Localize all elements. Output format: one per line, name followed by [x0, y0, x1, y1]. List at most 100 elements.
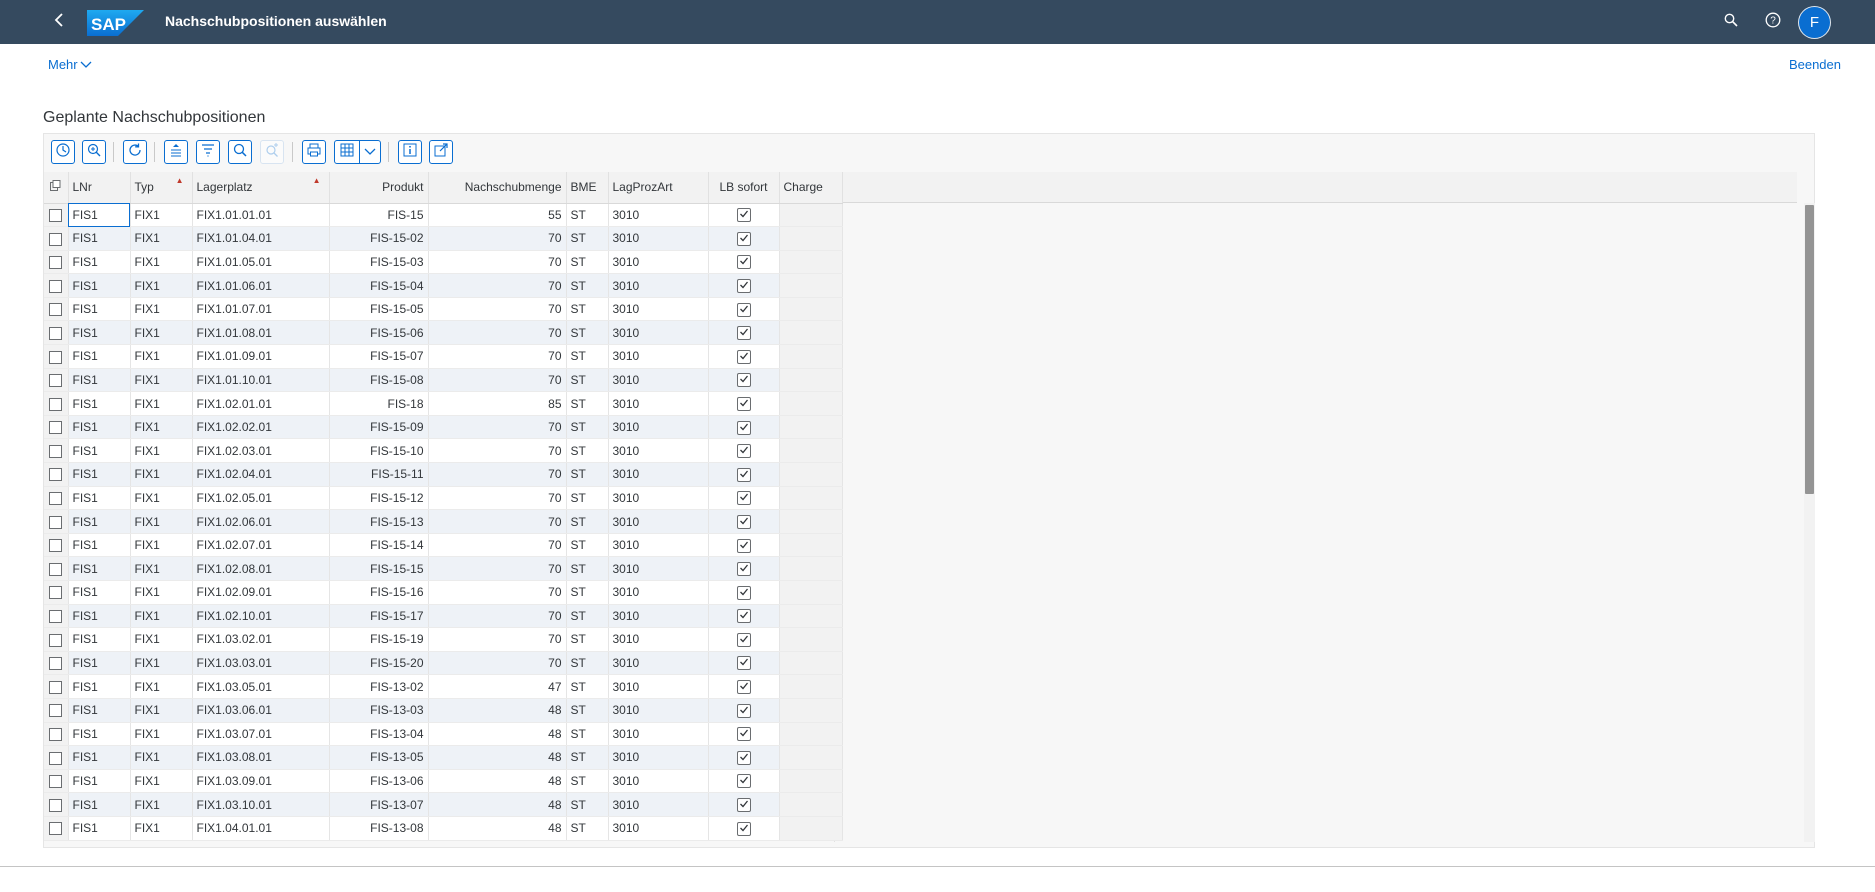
cell-nachschubmenge[interactable]: 70 — [428, 320, 567, 346]
cell-produkt[interactable]: FIS-15-02 — [329, 226, 429, 251]
cell-nachschubmenge[interactable]: 70 — [428, 438, 567, 464]
cell-lagprozart[interactable]: 3010 — [608, 674, 709, 699]
table-row[interactable]: FIS1 FIX1 FIX1.02.10.01 FIS-15-17 70 ST 3010 — [44, 604, 843, 629]
cell-produkt[interactable]: FIS-15-11 — [329, 462, 429, 487]
cell-nachschubmenge[interactable]: 70 — [428, 226, 567, 251]
column-header-bme[interactable]: BME — [566, 172, 609, 204]
cell-produkt[interactable]: FIS-15 — [329, 203, 429, 228]
cell-lnr[interactable]: FIS1 — [68, 368, 131, 393]
row-selector[interactable] — [49, 421, 63, 435]
cell-lnr[interactable]: FIS1 — [68, 203, 131, 228]
cell-bme[interactable]: ST — [566, 273, 609, 298]
cell-bme[interactable]: ST — [566, 816, 609, 841]
cell-nachschubmenge[interactable]: 48 — [428, 769, 567, 794]
lb-sofort-checkbox[interactable] — [736, 821, 751, 836]
row-select-cell[interactable] — [44, 297, 69, 322]
cell-lagprozart[interactable]: 3010 — [608, 533, 709, 558]
table-row[interactable]: FIS1 FIX1 FIX1.02.08.01 FIS-15-15 70 ST 3010 — [44, 556, 843, 581]
table-row[interactable]: FIS1 FIX1 FIX1.01.08.01 FIS-15-06 70 ST 3010 — [44, 320, 843, 346]
cell-charge[interactable] — [779, 391, 843, 416]
column-header-produkt[interactable]: Produkt — [329, 172, 429, 204]
cell-bme[interactable]: ST — [566, 792, 609, 817]
cell-lagerplatz[interactable]: FIX1.03.07.01 — [192, 722, 330, 747]
cell-bme[interactable]: ST — [566, 203, 609, 228]
table-row[interactable]: FIS1 FIX1 FIX1.02.06.01 FIS-15-13 70 ST 3010 — [44, 509, 843, 534]
row-selector[interactable] — [49, 633, 63, 647]
cell-typ[interactable]: FIX1 — [130, 509, 193, 534]
cell-produkt[interactable]: FIS-15-08 — [329, 368, 429, 393]
lb-sofort-checkbox[interactable] — [736, 420, 751, 435]
lb-sofort-checkbox[interactable] — [736, 231, 751, 246]
cell-produkt[interactable]: FIS-15-07 — [329, 344, 429, 369]
table-row[interactable]: FIS1 FIX1 FIX1.01.09.01 FIS-15-07 70 ST 3010 — [44, 344, 843, 369]
cell-lagerplatz[interactable]: FIX1.02.08.01 — [192, 556, 330, 581]
cell-nachschubmenge[interactable]: 55 — [428, 203, 567, 228]
cell-produkt[interactable]: FIS-15-15 — [329, 556, 429, 581]
cell-charge[interactable] — [779, 320, 843, 346]
lb-sofort-checkbox[interactable] — [736, 255, 751, 270]
cell-typ[interactable]: FIX1 — [130, 651, 193, 676]
cell-charge[interactable] — [779, 273, 843, 298]
row-selector[interactable] — [49, 256, 63, 270]
cell-lagprozart[interactable]: 3010 — [608, 745, 709, 770]
cell-lagprozart[interactable]: 3010 — [608, 226, 709, 251]
table-row[interactable]: FIS1 FIX1 FIX1.02.01.01 FIS-18 85 ST 3010 — [44, 391, 843, 416]
lb-sofort-checkbox[interactable] — [736, 514, 751, 529]
cell-nachschubmenge[interactable]: 70 — [428, 509, 567, 534]
column-header-typ[interactable]: Typ ▲ — [130, 172, 193, 204]
cell-bme[interactable]: ST — [566, 580, 609, 605]
cell-lagprozart[interactable]: 3010 — [608, 769, 709, 794]
cell-produkt[interactable]: FIS-13-07 — [329, 792, 429, 817]
cell-typ[interactable]: FIX1 — [130, 415, 193, 440]
select-all-cell[interactable] — [44, 172, 69, 204]
row-selector[interactable] — [49, 539, 63, 553]
table-row[interactable]: FIS1 FIX1 FIX1.02.02.01 FIS-15-09 70 ST 3010 — [44, 415, 843, 440]
lb-sofort-checkbox[interactable] — [736, 727, 751, 742]
cell-typ[interactable]: FIX1 — [130, 604, 193, 629]
cell-produkt[interactable]: FIS-15-20 — [329, 651, 429, 676]
scrollbar-thumb[interactable] — [1805, 205, 1814, 494]
cell-lagerplatz[interactable]: FIX1.01.10.01 — [192, 368, 330, 393]
back-button[interactable] — [48, 10, 72, 34]
table-row[interactable]: FIS1 FIX1 FIX1.03.08.01 FIS-13-05 48 ST 3010 — [44, 745, 843, 770]
cell-nachschubmenge[interactable]: 70 — [428, 604, 567, 629]
layout-dropdown-button[interactable] — [359, 140, 381, 164]
row-select-cell[interactable] — [44, 580, 69, 605]
row-select-cell[interactable] — [44, 250, 69, 275]
table-row[interactable]: FIS1 FIX1 FIX1.02.05.01 FIS-15-12 70 ST 3010 — [44, 486, 843, 511]
help-button[interactable]: ? — [1762, 11, 1784, 33]
cell-lagerplatz[interactable]: FIX1.01.05.01 — [192, 250, 330, 275]
row-selector[interactable] — [49, 350, 63, 364]
lb-sofort-checkbox[interactable] — [736, 302, 751, 317]
lb-sofort-checkbox[interactable] — [736, 798, 751, 813]
row-selector[interactable] — [49, 492, 63, 506]
cell-lnr[interactable]: FIS1 — [68, 745, 131, 770]
cell-nachschubmenge[interactable]: 70 — [428, 415, 567, 440]
table-row[interactable]: FIS1 FIX1 FIX1.01.10.01 FIS-15-08 70 ST 3010 — [44, 368, 843, 393]
row-selector[interactable] — [49, 326, 63, 340]
column-header-nachschubmenge[interactable]: Nachschubmenge — [428, 172, 567, 204]
table-row[interactable]: FIS1 FIX1 FIX1.03.05.01 FIS-13-02 47 ST 3010 — [44, 674, 843, 699]
cell-lagprozart[interactable]: 3010 — [608, 250, 709, 275]
cell-lnr[interactable]: FIS1 — [68, 674, 131, 699]
cell-bme[interactable]: ST — [566, 250, 609, 275]
cell-nachschubmenge[interactable]: 70 — [428, 627, 567, 652]
cell-produkt[interactable]: FIS-13-06 — [329, 769, 429, 794]
cell-lagerplatz[interactable]: FIX1.02.04.01 — [192, 462, 330, 487]
cell-nachschubmenge[interactable]: 70 — [428, 250, 567, 275]
cell-charge[interactable] — [779, 462, 843, 487]
cell-lagprozart[interactable]: 3010 — [608, 462, 709, 487]
cell-nachschubmenge[interactable]: 70 — [428, 273, 567, 298]
cell-bme[interactable]: ST — [566, 297, 609, 322]
cell-lagerplatz[interactable]: FIX1.03.06.01 — [192, 698, 330, 723]
row-selector[interactable] — [49, 822, 63, 836]
cell-lnr[interactable]: FIS1 — [68, 816, 131, 841]
cell-lagprozart[interactable]: 3010 — [608, 580, 709, 605]
print-button[interactable] — [302, 140, 326, 164]
user-avatar[interactable]: F — [1798, 6, 1831, 39]
row-selector[interactable] — [49, 303, 63, 317]
cell-lagerplatz[interactable]: FIX1.02.01.01 — [192, 391, 330, 416]
lb-sofort-checkbox[interactable] — [736, 208, 751, 223]
cell-nachschubmenge[interactable]: 70 — [428, 368, 567, 393]
lb-sofort-checkbox[interactable] — [736, 491, 751, 506]
